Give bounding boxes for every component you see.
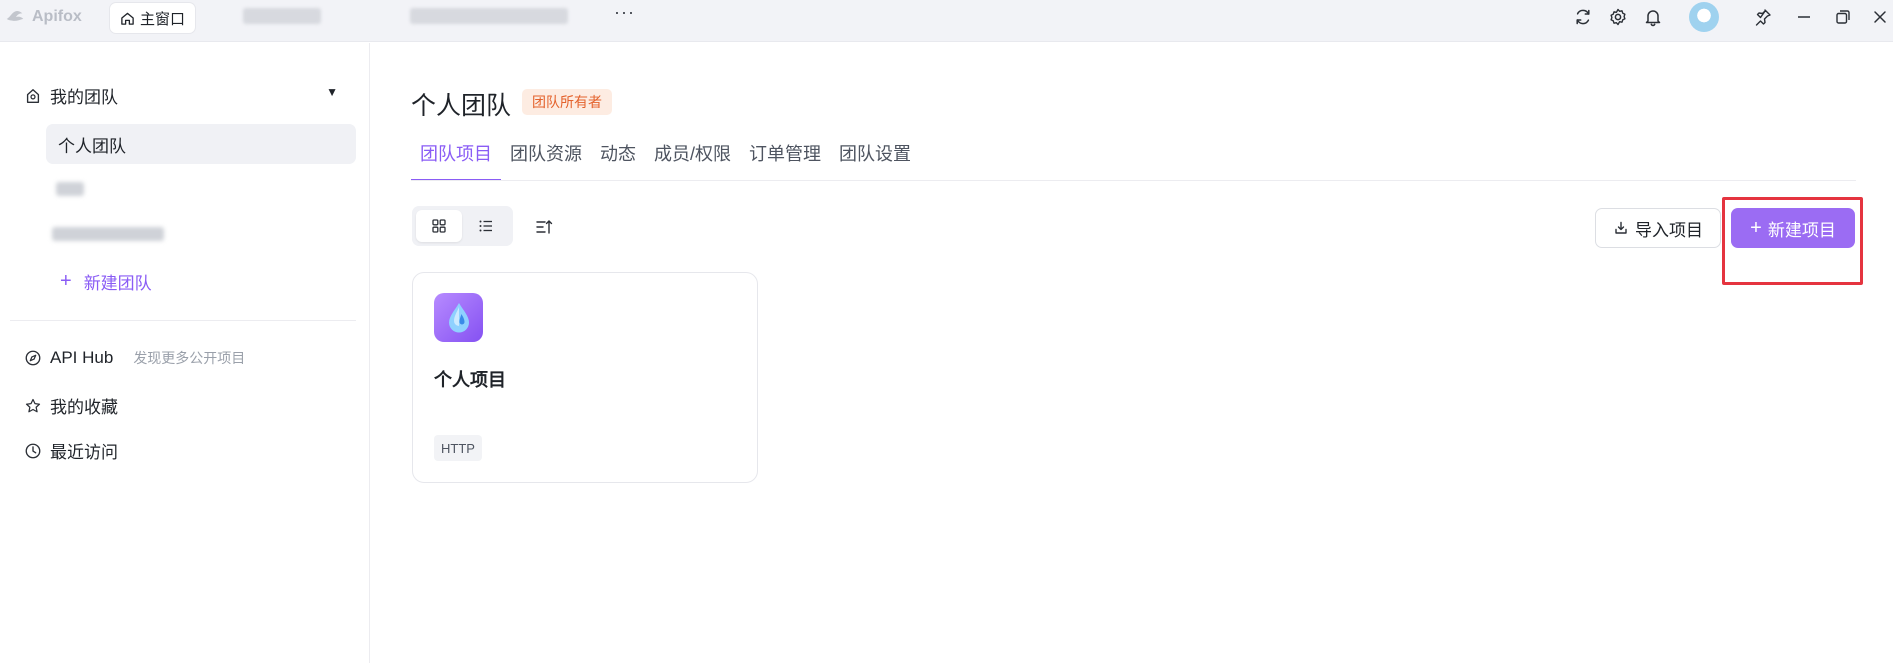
compass-icon	[25, 350, 41, 366]
tab-members-permissions[interactable]: 成员/权限	[645, 140, 740, 181]
sidebar-item-favorites[interactable]: 我的收藏	[24, 393, 118, 418]
blurred-tab[interactable]	[243, 8, 321, 24]
my-teams-label: 我的团队	[50, 88, 118, 107]
sort-button[interactable]	[530, 213, 558, 241]
my-teams-header[interactable]: 我的团队 ▼	[24, 83, 344, 108]
project-droplet-icon	[434, 293, 483, 342]
sidebar-item-api-hub[interactable]: API Hub 发现更多公开项目	[24, 348, 245, 368]
owner-badge: 团队所有者	[522, 89, 612, 115]
title-bar: Apifox 主窗口 ···	[0, 0, 1893, 42]
new-team-label: 新建团队	[83, 274, 152, 293]
project-type-tag: HTTP	[434, 435, 482, 461]
minimize-icon[interactable]	[1794, 7, 1814, 27]
app-name: Apifox	[32, 8, 82, 25]
sidebar-item-blurred-team[interactable]	[52, 227, 164, 241]
home-icon	[121, 12, 134, 25]
page-title: 个人团队	[411, 92, 512, 120]
user-avatar[interactable]	[1689, 2, 1719, 32]
tab-team-projects[interactable]: 团队项目	[411, 140, 501, 181]
tab-order-management[interactable]: 订单管理	[740, 140, 830, 181]
tab-team-resources[interactable]: 团队资源	[501, 140, 591, 181]
tabs-divider	[411, 180, 1856, 181]
restore-icon[interactable]	[1833, 7, 1853, 27]
sidebar-item-label: 个人团队	[58, 136, 126, 156]
settings-icon[interactable]	[1608, 7, 1628, 27]
list-view-button[interactable]	[463, 210, 509, 242]
favorites-label: 我的收藏	[50, 398, 118, 417]
api-hub-subtitle: 发现更多公开项目	[133, 350, 246, 366]
grid-icon	[432, 219, 446, 233]
more-tabs-button[interactable]: ···	[614, 2, 635, 23]
project-card[interactable]: 个人项目 HTTP	[412, 272, 758, 483]
view-mode-toggle	[412, 206, 513, 246]
highlight-annotation	[1722, 197, 1863, 285]
api-hub-label: API Hub	[50, 348, 114, 367]
pin-icon[interactable]	[1753, 7, 1773, 27]
star-icon	[25, 398, 41, 412]
blurred-tab[interactable]	[410, 8, 568, 24]
project-name: 个人项目	[434, 370, 506, 390]
new-team-button[interactable]: + 新建团队	[60, 269, 152, 294]
team-tabs: 团队项目 团队资源 动态 成员/权限 订单管理 团队设置	[411, 140, 920, 181]
sidebar-divider	[10, 320, 356, 321]
team-icon	[26, 88, 40, 103]
import-icon	[1615, 221, 1627, 234]
main-window-tab[interactable]: 主窗口	[110, 3, 196, 33]
caret-down-icon[interactable]: ▼	[326, 85, 338, 99]
sidebar-item-personal-team[interactable]: 个人团队	[46, 124, 356, 164]
grid-view-button[interactable]	[416, 210, 462, 242]
list-icon	[479, 220, 492, 232]
sidebar: 我的团队 ▼ 个人团队 + 新建团队 API Hub 发现更多公开项目 我的收藏…	[0, 43, 370, 663]
recent-label: 最近访问	[50, 443, 118, 462]
clock-icon	[25, 443, 41, 458]
import-project-label: 导入项目	[1635, 220, 1703, 240]
main-window-tab-label: 主窗口	[140, 10, 186, 28]
sidebar-item-recent[interactable]: 最近访问	[24, 438, 118, 463]
sidebar-item-blurred-team[interactable]	[56, 182, 84, 196]
sort-icon	[536, 220, 553, 234]
tab-activity[interactable]: 动态	[591, 140, 645, 181]
bell-icon[interactable]	[1643, 7, 1663, 27]
import-project-button[interactable]: 导入项目	[1595, 208, 1721, 248]
apifox-logo-icon	[6, 10, 24, 21]
refresh-icon[interactable]	[1573, 7, 1593, 27]
app-logo: Apifox	[4, 6, 82, 28]
plus-icon: +	[60, 270, 72, 292]
close-icon[interactable]	[1870, 7, 1890, 27]
tab-team-settings[interactable]: 团队设置	[830, 140, 920, 181]
